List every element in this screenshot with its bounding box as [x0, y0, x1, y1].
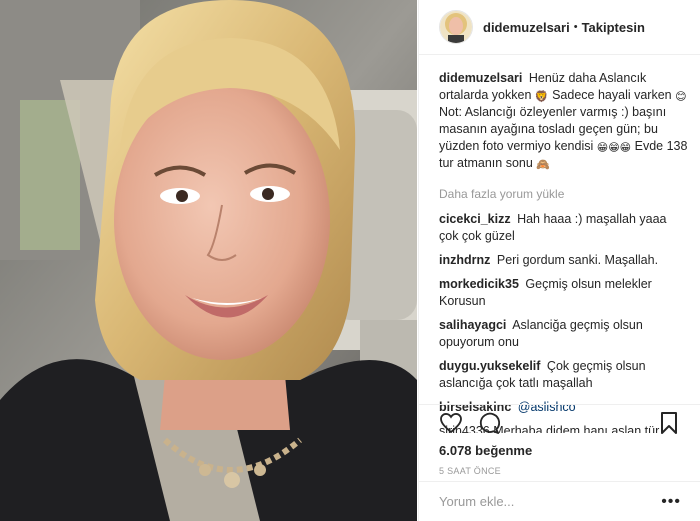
following-button[interactable]: Takiptesin: [582, 20, 645, 35]
comment-text: Peri gordum sanki. Maşallah.: [496, 253, 659, 267]
heart-icon[interactable]: [439, 411, 463, 435]
post-caption: didemuzelsari Henüz daha Aslancık ortala…: [439, 70, 689, 172]
post-header: didemuzelsari • Takiptesin: [419, 0, 700, 55]
grin-emoji: 😁😁😁: [596, 142, 632, 154]
comment-item: cicekci_kizz Hah haaa :) maşallah yaaa ç…: [439, 211, 689, 245]
post-side-panel: didemuzelsari • Takiptesin didemuzelsari…: [418, 0, 700, 521]
like-count[interactable]: 6.078 beğenme: [439, 443, 681, 458]
post-actions: 6.078 beğenme 5 SAAT ÖNCE: [419, 404, 700, 476]
more-options-icon[interactable]: •••: [661, 493, 681, 511]
post-photo[interactable]: [0, 0, 417, 521]
comment-item: duygu.yuksekelif Çok geçmiş olsun aslanc…: [439, 358, 689, 392]
comment-item: morkedicik35 Geçmiş olsun melekler Korus…: [439, 276, 689, 310]
action-icons: [439, 407, 681, 439]
bookmark-icon[interactable]: [657, 411, 681, 435]
monkey-emoji: 🙈: [536, 159, 550, 171]
caption-username[interactable]: didemuzelsari: [439, 71, 522, 85]
username-link[interactable]: didemuzelsari: [483, 20, 570, 35]
caption-text-3: Not: Aslancığı özleyenler varmış :) başı…: [439, 105, 667, 153]
comment-username[interactable]: inzhdrnz: [439, 253, 490, 267]
comment-username[interactable]: cicekci_kizz: [439, 212, 511, 226]
load-more-comments[interactable]: Daha fazla yorum yükle: [439, 186, 689, 203]
comment-username[interactable]: duygu.yuksekelif: [439, 359, 540, 373]
comments-list: didemuzelsari Henüz daha Aslancık ortala…: [439, 70, 689, 433]
post-image: [0, 0, 417, 521]
comment-username[interactable]: salihayagci: [439, 318, 506, 332]
header-text: didemuzelsari • Takiptesin: [483, 20, 645, 35]
comment-username[interactable]: morkedicik35: [439, 277, 519, 291]
post-timestamp[interactable]: 5 SAAT ÖNCE: [439, 466, 681, 476]
separator-dot: •: [573, 21, 578, 33]
smile-emoji: 😊: [675, 91, 687, 103]
comment-input[interactable]: [439, 494, 639, 509]
comment-icon[interactable]: [477, 411, 501, 435]
avatar[interactable]: [439, 10, 473, 44]
caption-text-2: Sadece hayali varken: [552, 88, 672, 102]
avatar-image: [440, 11, 472, 43]
lion-emoji: 🦁: [534, 91, 549, 103]
add-comment-bar: •••: [419, 481, 700, 521]
comment-item: salihayagci Aslanciğa geçmiş olsun opuyo…: [439, 317, 689, 351]
comment-item: inzhdrnz Peri gordum sanki. Maşallah.: [439, 252, 689, 269]
